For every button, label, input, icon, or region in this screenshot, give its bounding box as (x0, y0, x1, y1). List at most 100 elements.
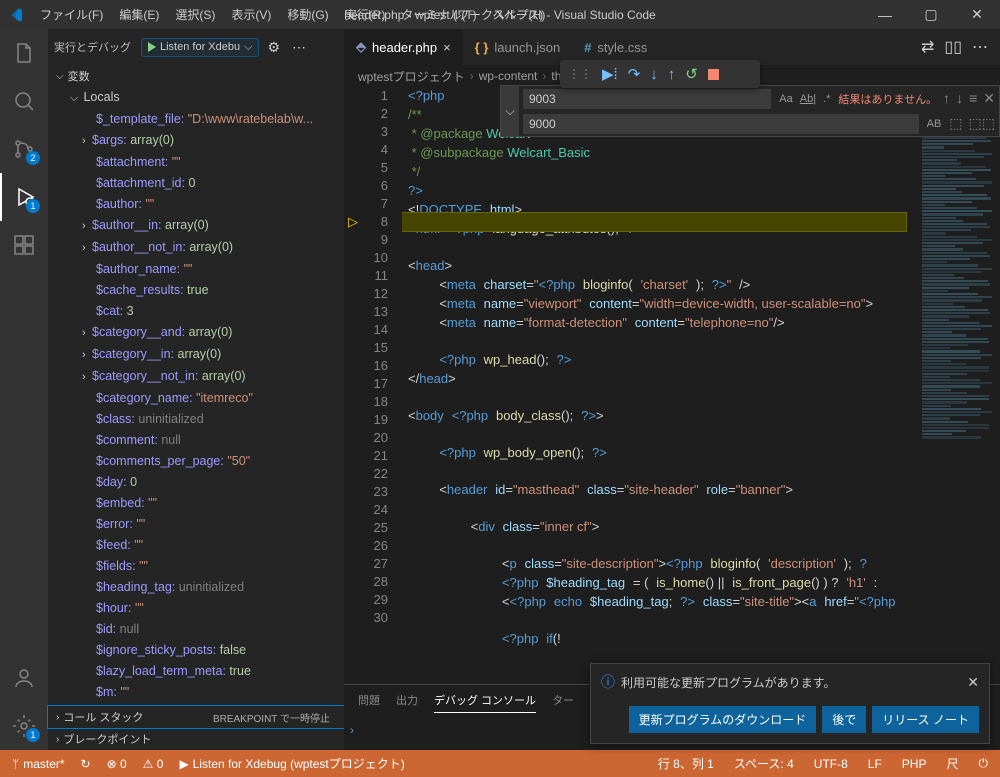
activity-scm[interactable]: 2 (0, 125, 48, 173)
debug-config-selector[interactable]: Listen for Xdebu ⌵ (141, 38, 259, 57)
variable-row[interactable]: $cat: 3 (48, 301, 344, 322)
panel-tab-problems[interactable]: 問題 (358, 688, 380, 712)
editor-more-icon[interactable]: ⋯ (972, 37, 988, 57)
variable-row[interactable]: $attachment: "" (48, 152, 344, 173)
code-body[interactable]: <?php /** * @package Welcart * @subpacka… (402, 87, 914, 684)
variable-row[interactable]: $id: null (48, 619, 344, 640)
replace-input[interactable] (523, 114, 919, 134)
find-input[interactable] (523, 89, 771, 109)
variable-row[interactable]: ›$category__in: array(0) (48, 344, 344, 366)
replace-one-icon[interactable]: ⬚ (949, 115, 962, 132)
variable-row[interactable]: $_template_file: "D:\www\ratebelab\w... (48, 109, 344, 130)
variable-row[interactable]: $cache_results: true (48, 280, 344, 301)
menu-select[interactable]: 選択(S) (169, 2, 221, 27)
debug-settings-gear[interactable]: ⚙ (263, 39, 284, 56)
variable-row[interactable]: $comment: null (48, 430, 344, 451)
status-position[interactable]: 行 8、列 1 (654, 755, 718, 772)
variable-row[interactable]: ›$author__in: array(0) (48, 215, 344, 237)
minimize-button[interactable]: — (862, 0, 908, 29)
step-out-icon[interactable]: ↑ (668, 66, 676, 83)
menu-go[interactable]: 移動(G) (281, 2, 334, 27)
variable-row[interactable]: $comments_per_page: "50" (48, 451, 344, 472)
compare-icon[interactable]: ⇄ (921, 37, 934, 57)
status-bell[interactable]: ⏻ (975, 755, 993, 772)
maximize-button[interactable]: ▢ (908, 0, 954, 29)
variable-row[interactable]: $author_name: "" (48, 259, 344, 280)
variable-row[interactable]: $day: 0 (48, 472, 344, 493)
code-editor[interactable]: 1234567▷89101112131415161718192021222324… (344, 87, 1000, 684)
find-prev-icon[interactable]: ↑ (943, 90, 950, 107)
release-notes-button[interactable]: リリース ノート (872, 706, 979, 733)
variable-row[interactable]: $lazy_load_term_meta: true (48, 661, 344, 682)
menu-file[interactable]: ファイル(F) (34, 2, 109, 27)
restart-icon[interactable]: ↺ (685, 65, 698, 83)
breadcrumb-item[interactable]: wp-content (479, 69, 538, 83)
later-button[interactable]: 後で (822, 706, 866, 733)
debug-toolbar[interactable]: ⋮⋮ ▶⁞ ↷ ↓ ↑ ↺ (560, 60, 760, 88)
variable-row[interactable]: $feed: "" (48, 535, 344, 556)
variable-row[interactable]: $fields: "" (48, 556, 344, 577)
panel-tab-output[interactable]: 出力 (396, 688, 418, 712)
preserve-case-icon[interactable]: AB (925, 118, 944, 130)
activity-accounts[interactable] (0, 654, 48, 702)
find-next-icon[interactable]: ↓ (956, 90, 963, 107)
callstack-section[interactable]: ›コール スタック BREAKPOINT で一時停止 (48, 706, 344, 728)
menu-view[interactable]: 表示(V) (225, 2, 277, 27)
step-over-icon[interactable]: ↷ (628, 65, 641, 83)
step-into-icon[interactable]: ↓ (650, 66, 658, 83)
variable-row[interactable]: $attachment_id: 0 (48, 173, 344, 194)
variables-tree[interactable]: ⌵ Locals $_template_file: "D:\www\ratebe… (48, 87, 344, 705)
status-branch[interactable]: ᛘ master* (8, 757, 69, 771)
tab-launch-json[interactable]: { } launch.json (463, 29, 573, 65)
stop-icon[interactable] (708, 69, 719, 80)
activity-explorer[interactable] (0, 29, 48, 77)
tab-header-php[interactable]: ⬘ header.php × (344, 29, 463, 65)
debug-more-icon[interactable]: ⋯ (288, 39, 310, 56)
variable-row[interactable]: $heading_tag: uninitialized (48, 577, 344, 598)
variable-row[interactable]: $category_name: "itemreco" (48, 388, 344, 409)
activity-settings[interactable]: 1 (0, 702, 48, 750)
breadcrumb-item[interactable]: wptestプロジェクト (358, 68, 465, 85)
variable-row[interactable]: ›$category__and: array(0) (48, 322, 344, 344)
variable-row[interactable]: $class: uninitialized (48, 409, 344, 430)
regex-icon[interactable]: .* (821, 93, 832, 105)
status-eol[interactable]: LF (864, 755, 886, 772)
find-toggle-replace[interactable]: ⌵ (501, 86, 519, 136)
variable-row[interactable]: $author: "" (48, 194, 344, 215)
variables-section[interactable]: ⌵変数 (48, 65, 344, 87)
panel-tab-debug-console[interactable]: デバッグ コンソール (434, 688, 536, 713)
variable-row[interactable]: ›$args: array(0) (48, 130, 344, 152)
split-editor-icon[interactable]: ▯▯ (944, 37, 962, 57)
activity-search[interactable] (0, 77, 48, 125)
find-close-icon[interactable]: ✕ (983, 90, 995, 107)
variable-row[interactable]: $error: "" (48, 514, 344, 535)
download-update-button[interactable]: 更新プログラムのダウンロード (629, 706, 817, 733)
match-case-icon[interactable]: Aa (777, 93, 794, 105)
drag-handle-icon[interactable]: ⋮⋮ (568, 67, 592, 81)
variable-row[interactable]: $ignore_sticky_posts: false (48, 640, 344, 661)
locals-group[interactable]: ⌵ Locals (48, 87, 344, 109)
tab-close-icon[interactable]: × (443, 40, 451, 55)
activity-extensions[interactable] (0, 221, 48, 269)
status-debug[interactable]: ▶ Listen for Xdebug (wptestプロジェクト) (175, 755, 408, 772)
status-errors[interactable]: ⊗ 0 (103, 757, 131, 771)
menu-edit[interactable]: 編集(E) (113, 2, 165, 27)
notification-close-icon[interactable]: ✕ (967, 674, 979, 691)
variable-row[interactable]: $hour: "" (48, 598, 344, 619)
panel-tab-terminal[interactable]: ター (552, 688, 574, 712)
status-encoding[interactable]: UTF-8 (810, 755, 852, 772)
match-word-icon[interactable]: Ab| (798, 93, 818, 105)
status-feedback[interactable]: 尺 (942, 755, 962, 772)
find-selection-icon[interactable]: ≡ (969, 90, 977, 107)
breakpoints-section[interactable]: ›ブレークポイント (48, 728, 344, 750)
status-indent[interactable]: スペース: 4 (730, 755, 798, 772)
status-language[interactable]: PHP (898, 755, 931, 772)
variable-row[interactable]: $embed: "" (48, 493, 344, 514)
activity-debug[interactable]: 1 (0, 173, 48, 221)
continue-icon[interactable]: ▶⁞ (602, 65, 618, 83)
status-warnings[interactable]: ⚠ 0 (139, 757, 168, 771)
variable-row[interactable]: ›$category__not_in: array(0) (48, 366, 344, 388)
replace-all-icon[interactable]: ⬚⬚ (969, 115, 995, 132)
variable-row[interactable]: $m: "" (48, 682, 344, 703)
close-button[interactable]: ✕ (954, 0, 1000, 29)
